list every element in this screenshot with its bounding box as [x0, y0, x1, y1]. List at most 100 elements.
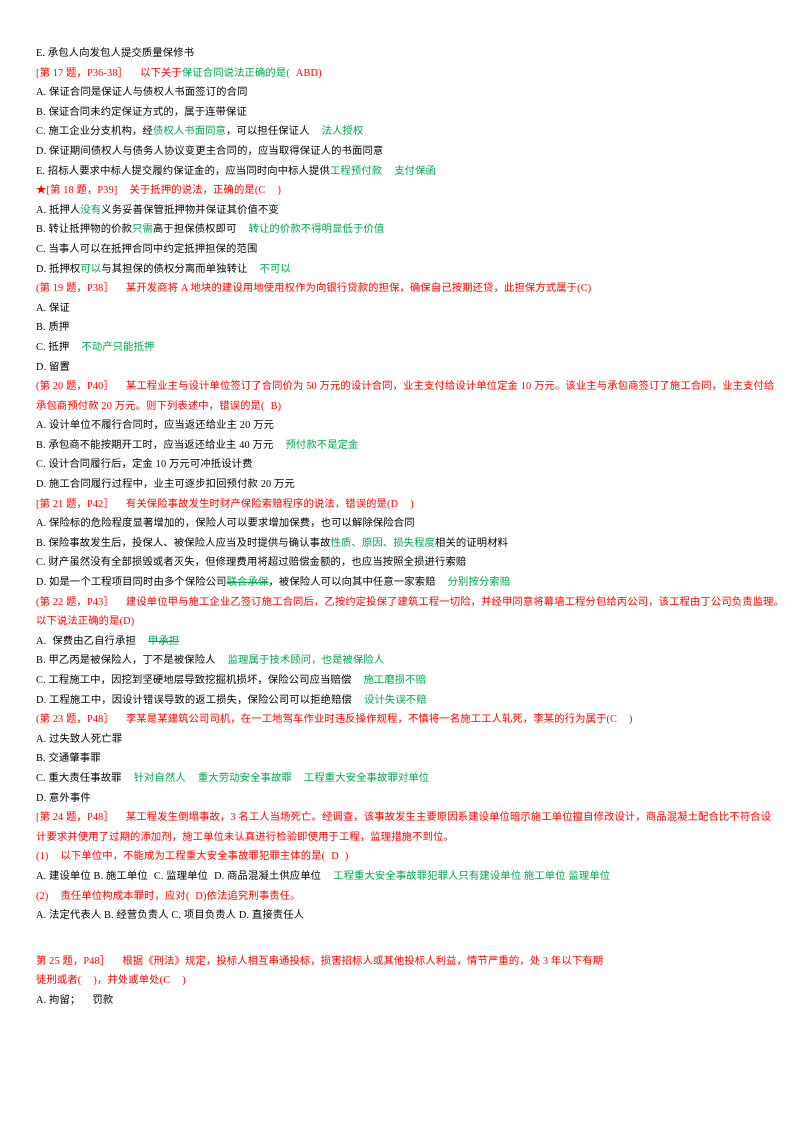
green-annotation: 针对自然人 — [133, 772, 186, 784]
text-run: A. 拘留； — [36, 994, 81, 1006]
text-line: (第 19 题，P38］ 某开发商将 A 地块的建设用地使用权作为向银行贷款的担保… — [36, 279, 758, 299]
text-run: B. 质押 — [36, 322, 70, 334]
text-run: (第 19 题，P38］ — [36, 283, 114, 295]
text-run: A. 建设单位 B. 施工单位 — [36, 870, 148, 882]
text-line: C. 工程施工中，因挖到坚硬地层导致挖掘机损坏，保险公司应当赔偿 施工磨损不赔 — [36, 671, 758, 691]
text-line: D. 抵押权可以与其担保的债权分离而单独转让 不可以 — [36, 260, 758, 280]
text-line: C. 设计合同履行后，定金 10 万元可冲抵设计费 — [36, 455, 758, 475]
text-line: B. 甲乙丙是被保险人，丁不是被保险人 监理属于技术顾问，也是被保险人 — [36, 651, 758, 671]
green-annotation: 不可以 — [259, 263, 291, 275]
green-annotation: 性质、原因、损失程度 — [330, 537, 435, 549]
text-run: A. 设计单位不履行合同时，应当返还给业主 20 万元 — [36, 420, 275, 432]
text-line: A. 抵押人没有义务妥善保管抵押物并保证其价值不变 — [36, 201, 758, 221]
green-annotation: 施工磨损不赔 — [363, 675, 427, 686]
struck-annotation: 甲承担 — [147, 635, 180, 647]
text-run: (第 23 题，P48］ — [36, 714, 114, 726]
document-body: E. 承包人向发包人提交质量保修书 [第 17 题，P36-38］ 以下关于保证合同… — [36, 44, 784, 1011]
text-line: D. 工程施工中，因设计错误导致的返工损失，保险公司可以拒绝赔偿 设计失误不赔 — [36, 691, 758, 711]
text-line: B. 交通肇事罪 — [36, 749, 758, 769]
text-run: C. 财产虽然没有全部损毁或者灭失，但修理费用将超过赔偿金额的，也应当按照全损进… — [36, 557, 467, 569]
text-run: (2) — [36, 890, 49, 902]
green-annotation: 转让的价款不得明显低于价值 — [248, 224, 385, 236]
text-run: ) — [344, 851, 349, 863]
text-line: [第 21 题，P42］ 有关保险事故发生时财产保险索赔程序的说法，错误的是(D) — [36, 495, 758, 515]
green-annotation: 只需 — [132, 224, 153, 236]
text-line: A. 过失致人死亡罪 — [36, 730, 758, 750]
text-run: (第 20 题，P40］ — [36, 381, 114, 393]
text-run: 有关保险事故发生时财产保险索赔程序的说法，错误的是(D — [125, 498, 399, 510]
text-line: (1) 以下单位中，不能成为工程重大安全事故罪犯罪主体的是(D) — [36, 847, 758, 867]
text-run: 李某是某建筑公司司机，在一工地驾车作业时违反操作规程，不慎将一名施工工人轧死，李… — [125, 714, 618, 726]
text-line: D. 施工合同履行过程中，业主可逐步扣回预付款 20 万元 — [36, 475, 758, 495]
text-run: [第 17 题，P36-38］ — [36, 67, 129, 79]
text-run: A. 抵押人 — [36, 204, 81, 216]
text-run: ) — [277, 185, 282, 197]
text-run: E. 承包人向发包人提交质量保修书 — [36, 48, 195, 59]
text-run: 以下说法正确的是(D) — [36, 616, 135, 628]
text-line: D. 如是一个工程项目同时由多个保险公司联合承保，被保险人可以向其中任意一家索赔… — [36, 573, 758, 593]
text-run: 以下单位中，不能成为工程重大安全事故罪犯罪主体的是( — [60, 851, 326, 863]
text-line: A. 法定代表人 B. 经营负责人 C. 项目负责人 D. 直接责任人 — [36, 906, 758, 926]
text-run: 承包商预付款 20 万元。则下列表述中，错误的是( — [36, 400, 265, 412]
text-run: ，被保险人可以向其中任意一家索赔 — [268, 577, 436, 589]
text-line: (2) 责任单位构成本罪时，应对(D)依法追究刑事责任。 — [36, 887, 758, 907]
text-line: [第 17 题，P36-38］ 以下关于保证合同说法正确的是(ABD) — [36, 64, 758, 84]
text-run: D)依法追究刑事责任。 — [195, 890, 301, 902]
text-run: D — [331, 851, 339, 863]
text-run: ) — [629, 714, 633, 726]
text-run: D. 留置 — [36, 361, 70, 373]
text-line: B. 承包商不能按期开工时，应当返还给业主 40 万元 预付款不是定金 — [36, 436, 758, 456]
text-run: A. 保险标的危险程度显著增加的，保险人可以要求增加保费，也可以解除保险合同 — [36, 518, 415, 530]
green-annotation: 债权人书面同意 — [152, 126, 227, 138]
text-run: A. 保证 — [36, 302, 70, 314]
text-run: A. 法定代表人 B. 经营负责人 C. 项目负责人 D. 直接责任人 — [36, 910, 305, 922]
text-run: 第 25 题，P48］ — [36, 955, 111, 967]
text-run: [第 21 题，P42］ — [36, 498, 114, 510]
green-annotation: 可以 — [80, 263, 102, 275]
text-run: A. — [36, 635, 47, 647]
text-run: C. 设计合同履行后，定金 10 万元可冲抵设计费 — [36, 459, 253, 471]
text-line: (第 23 题，P48］ 李某是某建筑公司司机，在一工地驾车作业时违反操作规程，不… — [36, 710, 758, 730]
green-annotation: 支付保函 — [394, 165, 436, 177]
text-line: 承包商预付款 20 万元。则下列表述中，错误的是(B) — [36, 397, 758, 417]
text-run: [第 24 题，P48］ — [36, 812, 114, 824]
text-run: C. 工程施工中，因挖到坚硬地层导致挖掘机损坏，保险公司应当赔偿 — [36, 675, 352, 686]
text-line: 计要求并使用了过期的添加剂，施工单位未认真进行检验即使用于工程，监理措施不到位。 — [36, 828, 758, 848]
text-run: D. 抵押权 — [36, 263, 81, 275]
text-run: 徒刑或者( — [36, 975, 82, 987]
green-annotation: 设计失误不赔 — [364, 694, 427, 706]
text-run: 高于担保债权即可 — [152, 224, 237, 236]
text-run: B. 甲乙丙是被保险人，丁不是被保险人 — [36, 655, 216, 667]
document-page: E. 承包人向发包人提交质量保修书 [第 17 题，P36-38］ 以下关于保证合同… — [0, 0, 794, 1123]
text-line: [第 24 题，P48］ 某工程发生倒塌事故，3 名工人当场死亡。经调查，该事故发… — [36, 808, 771, 828]
green-annotation: 分别按分索赔 — [447, 577, 511, 589]
text-run: ABD) — [295, 67, 322, 79]
text-run: [第 18 题，P39] — [46, 185, 118, 197]
text-run: D. 施工合同履行过程中，业主可逐步扣回预付款 20 万元 — [36, 479, 295, 491]
text-line: ★[第 18 题，P39] 关于抵押的说法，正确的是(C) — [36, 181, 758, 201]
green-annotation: 法人授权 — [321, 126, 364, 138]
text-run: ) — [410, 498, 414, 510]
text-run: A. 过失致人死亡罪 — [36, 733, 123, 745]
text-line: B. 转让抵押物的价款只需高于担保债权即可 转让的价款不得明显低于价值 — [36, 220, 758, 240]
struck-annotation: 联合承保 — [226, 577, 269, 589]
text-run: ) — [182, 975, 186, 987]
text-line: C. 财产虽然没有全部损毁或者灭失，但修理费用将超过赔偿金额的，也应当按照全损进… — [36, 553, 758, 573]
text-line: (第 22 题，P43］ 建设单位甲与施工企业乙签订施工合同后，乙按约定投保了建筑… — [36, 593, 784, 613]
green-annotation: 监理属于技术顾问，也是被保险人 — [227, 655, 385, 667]
text-line: C. 重大责任事故罪 针对自然人 重大劳动安全事故罪 工程重大安全事故罪对单位 — [36, 769, 758, 789]
text-run: 某开发商将 A 地块的建设用地使用权作为向银行贷款的担保，确保自己按期还贷，此担… — [125, 283, 592, 295]
text-line: D. 保证期间债权人与债务人协议变更主合同的，应当取得保证人的书面同意 — [36, 142, 758, 162]
text-run: 建设单位甲与施工企业乙签订施工合同后，乙按约定投保了建筑工程一切险，并经甲同意将… — [125, 596, 785, 608]
text-run: ，可以担任保证人 — [226, 126, 310, 138]
text-run: C. 施工企业分支机构，经 — [36, 126, 153, 138]
text-run: 某工程发生倒塌事故，3 名工人当场死亡。经调查，该事故发生主要原因系建设单位暗示… — [125, 812, 772, 824]
text-run: B. 保证合同未约定保证方式的，属于连带保证 — [36, 106, 247, 118]
text-run: C. 监理单位 — [153, 870, 209, 882]
text-line: B. 质押 — [36, 318, 758, 338]
text-run: 相关的证明材料 — [435, 537, 509, 549]
text-line: B. 保险事故发生后，投保人、被保险人应当及时提供与确认事故性质、原因、损失程度… — [36, 534, 758, 554]
green-annotation: 工程重大安全事故罪犯罪人只有建设单位 施工单位 监理单位 — [333, 870, 611, 882]
green-annotation: 没有 — [80, 204, 102, 216]
